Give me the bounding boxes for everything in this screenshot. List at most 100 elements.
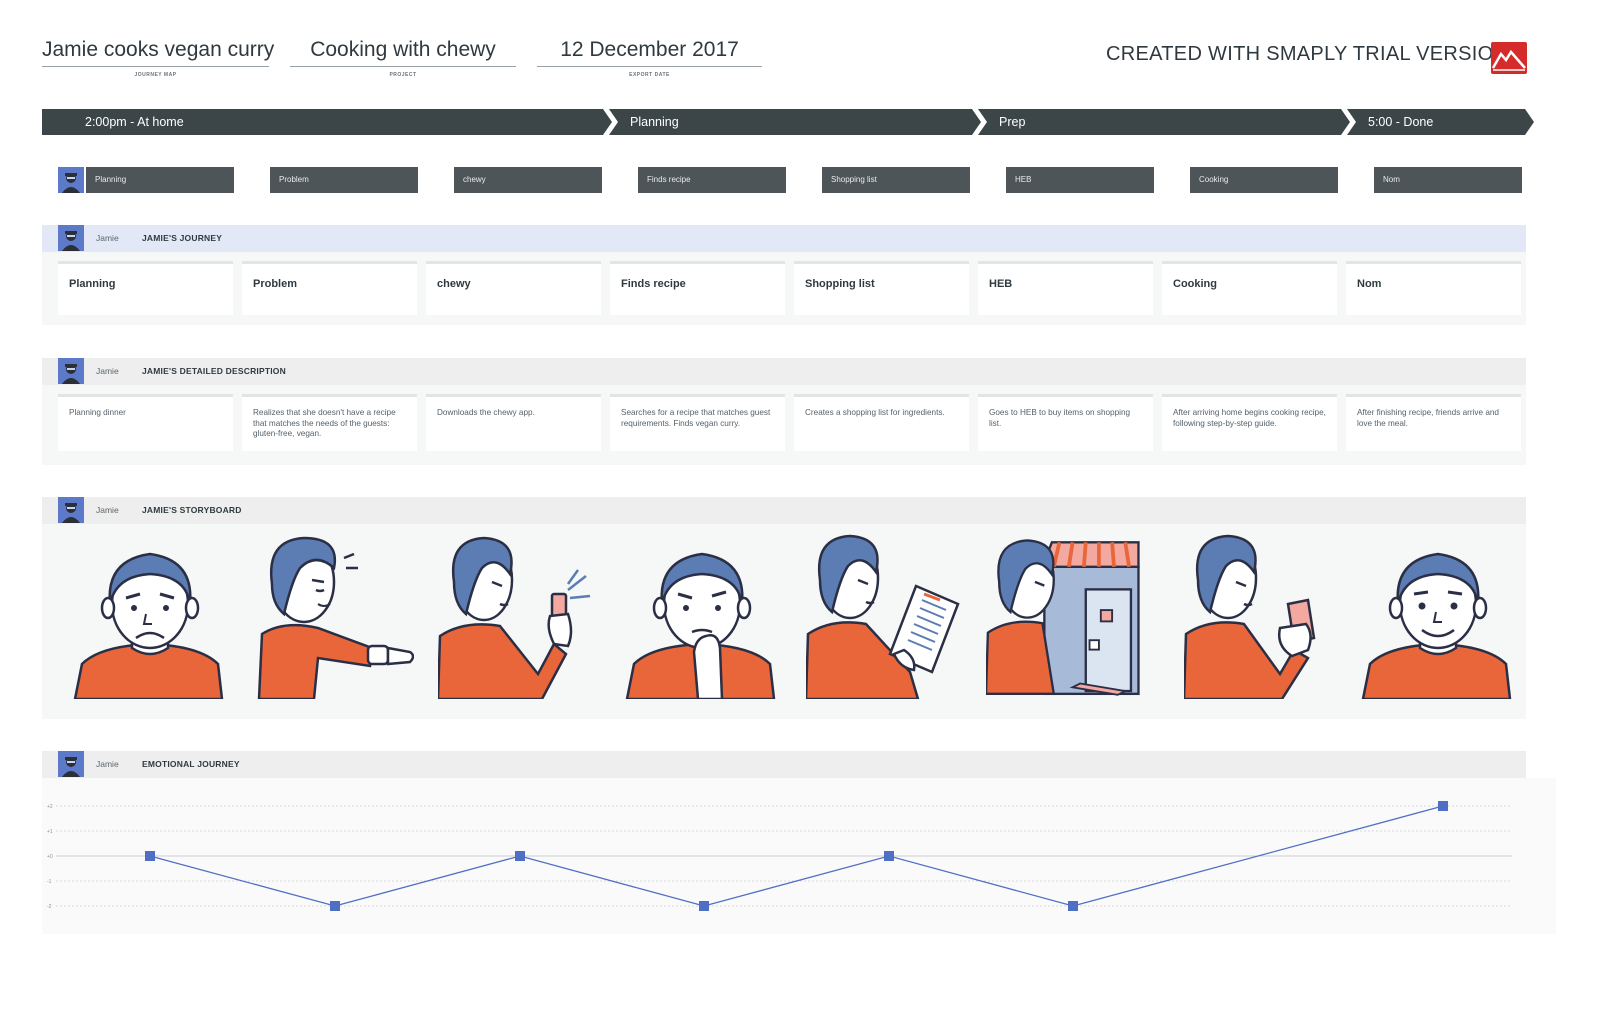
trial-notice: CREATED WITH SMAPLY TRIAL VERSION: [1106, 43, 1509, 65]
y-tick-label: +0: [47, 854, 53, 860]
step-tab[interactable]: chewy: [454, 167, 602, 193]
emotion-point[interactable]: [884, 851, 894, 861]
project-field[interactable]: Cooking with chewy PROJECT: [290, 38, 516, 78]
description-card[interactable]: After finishing recipe, friends arrive a…: [1346, 394, 1521, 451]
journey-card-label: Nom: [1357, 278, 1382, 290]
journey-card[interactable]: Problem: [242, 261, 417, 315]
reading-recipe-illustration[interactable]: [806, 524, 966, 699]
persona-avatar-icon: [58, 358, 84, 384]
emotion-point[interactable]: [699, 901, 709, 911]
journey-card-label: Finds recipe: [621, 278, 686, 290]
description-card-text: After arriving home begins cooking recip…: [1173, 408, 1326, 428]
description-card-text: After finishing recipe, friends arrive a…: [1357, 408, 1499, 428]
emotion-lane-header[interactable]: Jamie EMOTIONAL JOURNEY: [42, 751, 1526, 778]
emotional-journey-chart: +2 +1 +0 -1 -2: [42, 778, 1556, 934]
export-date-caption: EXPORT DATE: [629, 72, 670, 78]
storyboard-lane-body: [42, 524, 1526, 719]
phase-label: Planning: [630, 115, 679, 129]
emotion-point[interactable]: [1068, 901, 1078, 911]
persona-name: Jamie: [96, 759, 119, 769]
journey-card[interactable]: HEB: [978, 261, 1153, 315]
phase-label: 2:00pm - At home: [85, 115, 184, 129]
emotion-point[interactable]: [145, 851, 155, 861]
lane-title: JAMIE'S DETAILED DESCRIPTION: [142, 366, 286, 376]
persona-avatar-icon: [58, 751, 84, 777]
phase-planning[interactable]: Planning: [609, 109, 981, 135]
step-tab[interactable]: Planning: [86, 167, 234, 193]
step-tab[interactable]: Shopping list: [822, 167, 970, 193]
description-card-text: Creates a shopping list for ingredients.: [805, 408, 945, 417]
description-card[interactable]: Searches for a recipe that matches guest…: [610, 394, 785, 451]
description-card-text: Searches for a recipe that matches guest…: [621, 408, 771, 428]
export-date-field[interactable]: 12 December 2017 EXPORT DATE: [537, 38, 762, 78]
persona-name: Jamie: [96, 233, 119, 243]
phase-label: Prep: [999, 115, 1026, 129]
sad-face-illustration[interactable]: [70, 524, 230, 699]
happy-face-illustration[interactable]: [1358, 524, 1518, 699]
phase-prep[interactable]: Prep: [978, 109, 1350, 135]
journey-lane-body: Planning Problem chewy Finds recipe Shopping…: [42, 252, 1526, 325]
persona-avatar-icon: [58, 497, 84, 523]
emotion-point[interactable]: [1438, 801, 1448, 811]
journey-card-label: HEB: [989, 278, 1013, 290]
description-card-text: Downloads the chewy app.: [437, 408, 535, 417]
emotion-line-chart: +2 +1 +0 -1 -2: [47, 801, 1512, 911]
step-tab[interactable]: Problem: [270, 167, 418, 193]
phase-at-home[interactable]: 2:00pm - At home: [42, 109, 612, 135]
phase-done[interactable]: 5:00 - Done: [1347, 109, 1534, 135]
journey-card-label: Problem: [253, 278, 298, 290]
journey-card-label: Shopping list: [805, 278, 875, 290]
phone-cooking-illustration[interactable]: [1184, 524, 1344, 699]
emotion-point[interactable]: [330, 901, 340, 911]
y-tick-label: +2: [47, 804, 53, 810]
description-card[interactable]: After arriving home begins cooking recip…: [1162, 394, 1337, 451]
description-card[interactable]: Downloads the chewy app.: [426, 394, 601, 451]
smaply-logo-icon[interactable]: [1491, 42, 1527, 74]
description-card[interactable]: Creates a shopping list for ingredients.: [794, 394, 969, 451]
step-tab[interactable]: Cooking: [1190, 167, 1338, 193]
y-tick-label: -2: [47, 904, 52, 910]
y-tick-label: +1: [47, 829, 53, 835]
journey-map-field[interactable]: Jamie cooks vegan curry JOURNEY MAP: [42, 38, 274, 78]
journey-card-label: chewy: [437, 278, 471, 290]
lane-title: EMOTIONAL JOURNEY: [142, 759, 240, 769]
persona-avatar-icon: [58, 225, 84, 251]
lane-title: JAMIE'S STORYBOARD: [142, 505, 242, 515]
project-title[interactable]: Cooking with chewy: [290, 38, 516, 67]
journey-card[interactable]: Nom: [1346, 261, 1521, 315]
persona-name: Jamie: [96, 505, 119, 515]
export-date-value[interactable]: 12 December 2017: [537, 38, 762, 67]
phone-app-illustration[interactable]: [438, 524, 598, 699]
phase-label: 5:00 - Done: [1368, 115, 1434, 129]
project-caption: PROJECT: [389, 72, 417, 78]
phase-bar: 2:00pm - At home Planning Prep 5:00 - Do…: [42, 109, 1534, 135]
description-card[interactable]: Realizes that she doesn't have a recipe …: [242, 394, 417, 451]
description-card-text: Planning dinner: [69, 408, 126, 417]
journey-card[interactable]: Shopping list: [794, 261, 969, 315]
description-card-text: Goes to HEB to buy items on shopping lis…: [989, 408, 1131, 428]
journey-lane-header[interactable]: Jamie JAMIE'S JOURNEY: [42, 225, 1526, 252]
step-tab[interactable]: Nom: [1374, 167, 1522, 193]
persona-avatar-icon[interactable]: [58, 167, 84, 193]
description-card-text: Realizes that she doesn't have a recipe …: [253, 408, 396, 438]
journey-card[interactable]: Finds recipe: [610, 261, 785, 315]
step-tab[interactable]: Finds recipe: [638, 167, 786, 193]
description-lane-body: Planning dinner Realizes that she doesn't…: [42, 385, 1526, 465]
emotion-point[interactable]: [515, 851, 525, 861]
journey-card[interactable]: chewy: [426, 261, 601, 315]
store-front-illustration[interactable]: [986, 524, 1146, 699]
description-card[interactable]: Planning dinner: [58, 394, 233, 451]
journey-card[interactable]: Planning: [58, 261, 233, 315]
thinking-face-illustration[interactable]: [622, 524, 782, 699]
persona-name: Jamie: [96, 366, 119, 376]
journey-card[interactable]: Cooking: [1162, 261, 1337, 315]
description-card[interactable]: Goes to HEB to buy items on shopping lis…: [978, 394, 1153, 451]
step-tab[interactable]: HEB: [1006, 167, 1154, 193]
journey-card-label: Planning: [69, 278, 116, 290]
journey-map-title[interactable]: Jamie cooks vegan curry: [42, 38, 274, 67]
description-lane-header[interactable]: Jamie JAMIE'S DETAILED DESCRIPTION: [42, 358, 1526, 385]
y-tick-label: -1: [47, 879, 52, 885]
journey-map-caption: JOURNEY MAP: [134, 72, 177, 78]
checking-watch-illustration[interactable]: [254, 524, 414, 699]
storyboard-lane-header[interactable]: Jamie JAMIE'S STORYBOARD: [42, 497, 1526, 524]
